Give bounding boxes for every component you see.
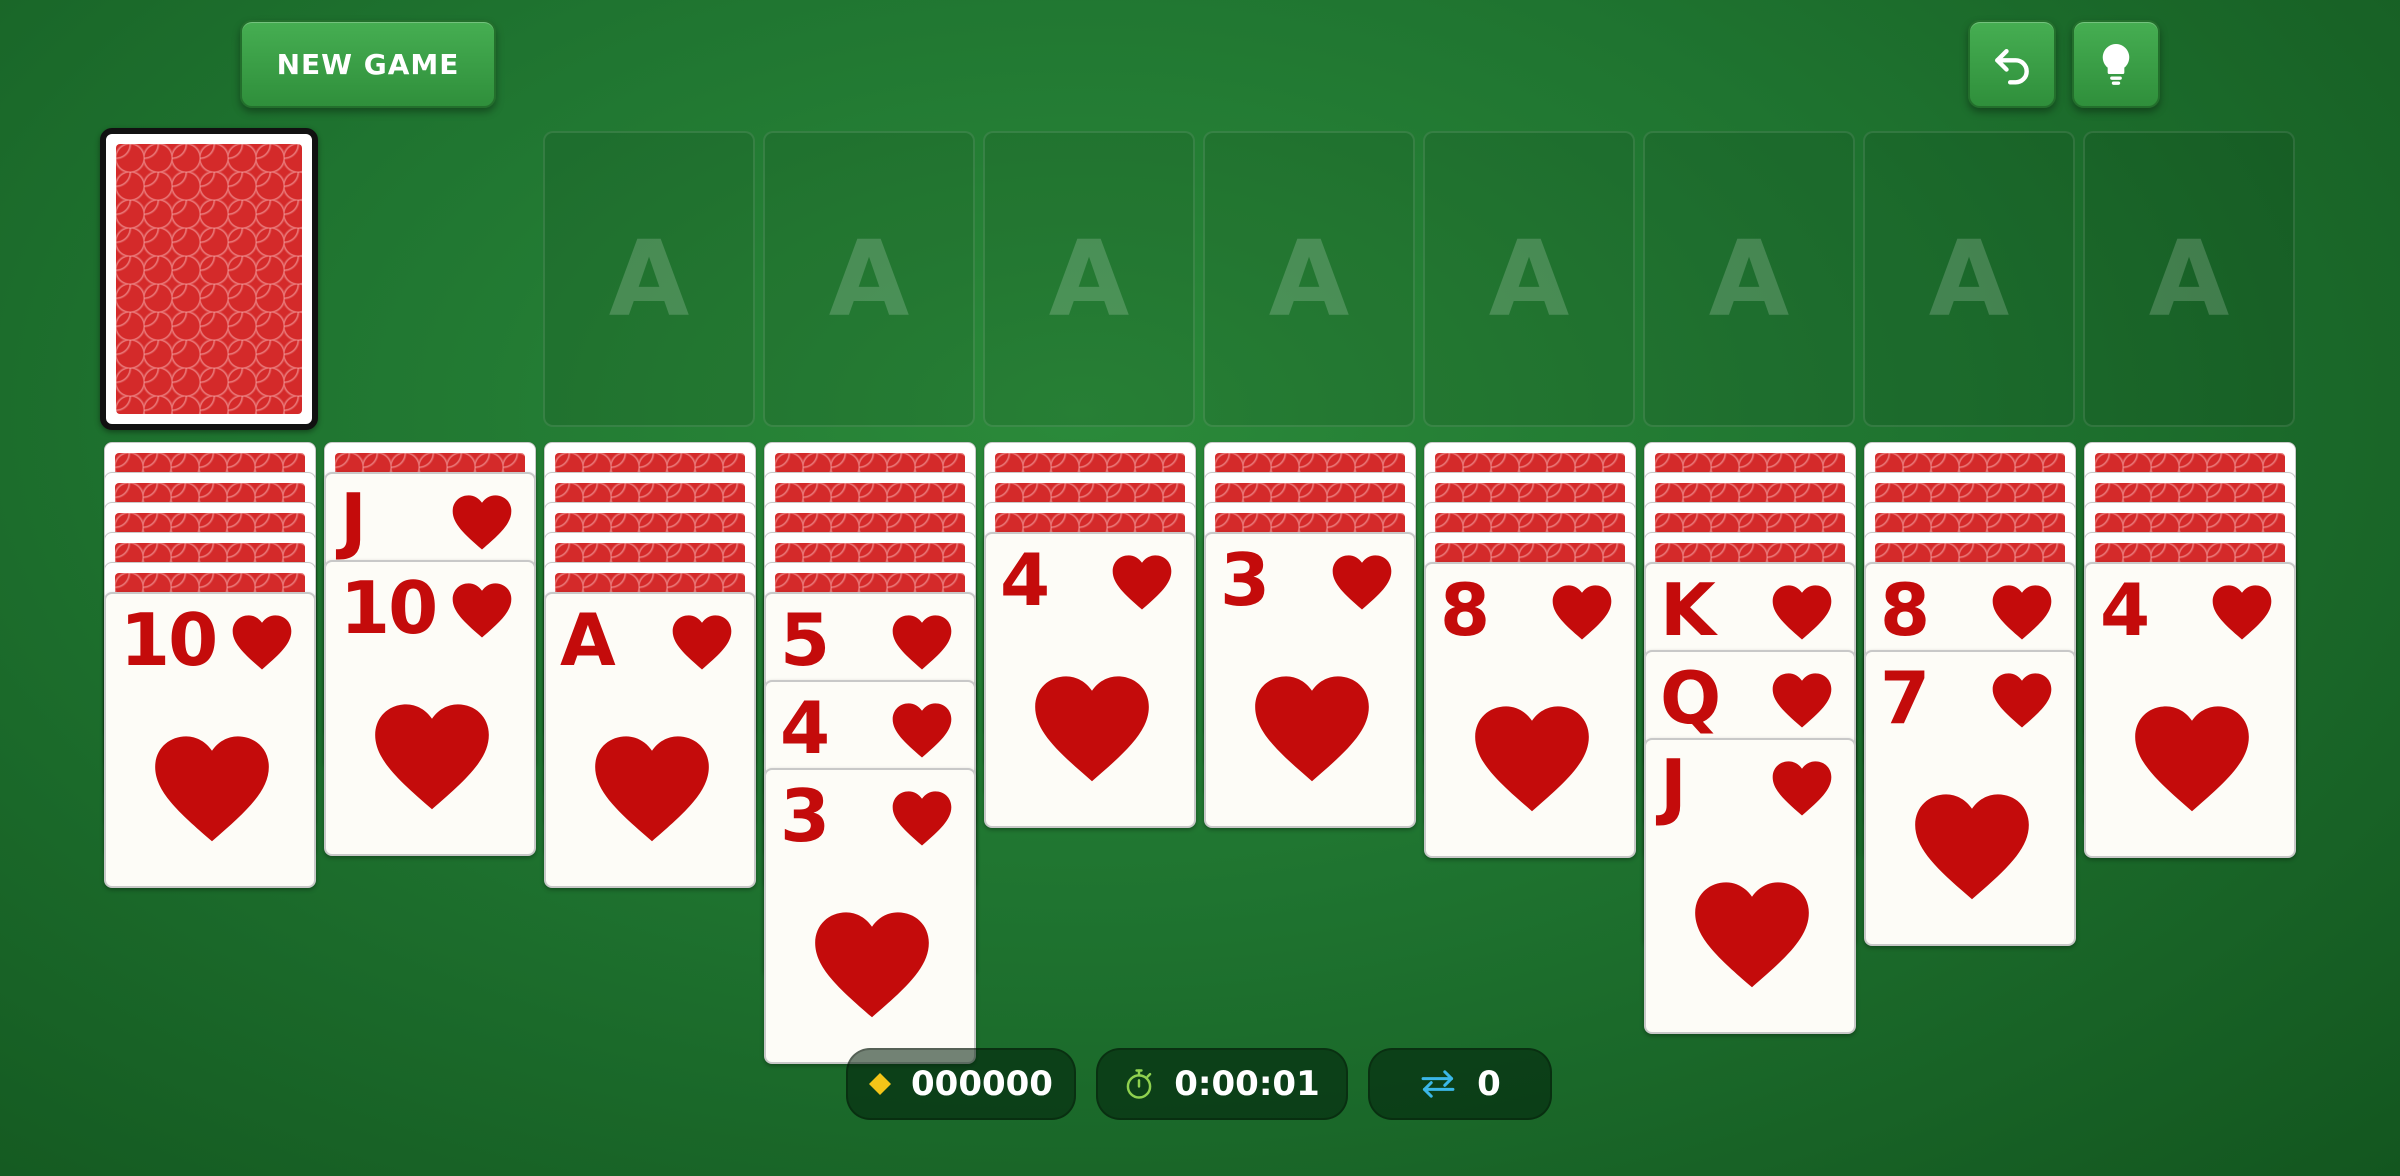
card-rank: 8: [1880, 568, 1930, 652]
card-rank: 10: [340, 566, 438, 650]
heart-suit-icon: [1255, 676, 1369, 782]
timer-value: 0:00:01: [1174, 1064, 1320, 1104]
foundation-slot[interactable]: A: [1203, 131, 1415, 427]
heart-suit-icon: [892, 615, 952, 670]
foundation-slot[interactable]: A: [1643, 131, 1855, 427]
heart-suit-icon: [1772, 761, 1832, 816]
card-rank: 8: [1440, 568, 1490, 652]
heart-suit-icon: [892, 703, 952, 758]
card-rank: 5: [780, 598, 830, 682]
heart-suit-icon: [1332, 555, 1392, 610]
foundation-placeholder-label: A: [608, 218, 690, 340]
moves-display: 0: [1368, 1048, 1552, 1120]
playing-card[interactable]: 7: [1864, 650, 2076, 946]
lightbulb-icon: [2102, 44, 2130, 85]
heart-suit-icon: [1992, 673, 2052, 728]
foundation-slot[interactable]: A: [1863, 131, 2075, 427]
heart-suit-icon: [892, 791, 952, 846]
card-rank: Q: [1660, 656, 1721, 740]
foundation-placeholder-label: A: [1048, 218, 1130, 340]
heart-suit-icon: [155, 736, 269, 842]
playing-card[interactable]: 3: [1204, 532, 1416, 828]
card-rank: 10: [120, 598, 218, 682]
foundation-placeholder-label: A: [1268, 218, 1350, 340]
playing-card[interactable]: A: [544, 592, 756, 888]
foundation-placeholder-label: A: [828, 218, 910, 340]
foundation-placeholder-label: A: [1928, 218, 2010, 340]
heart-suit-icon: [2212, 585, 2272, 640]
foundation-slot[interactable]: A: [983, 131, 1195, 427]
stopwatch-icon: [1126, 1069, 1152, 1099]
undo-button[interactable]: [1968, 20, 2056, 108]
heart-suit-icon: [232, 615, 292, 670]
card-rank: J: [340, 478, 367, 562]
card-rank: 4: [2100, 568, 2150, 652]
card-rank: 3: [780, 774, 830, 858]
foundation-placeholder-label: A: [1488, 218, 1570, 340]
heart-suit-icon: [2135, 706, 2249, 812]
heart-suit-icon: [1475, 706, 1589, 812]
playing-card[interactable]: 8: [1424, 562, 1636, 858]
card-rank: 4: [780, 686, 830, 770]
heart-suit-icon: [595, 736, 709, 842]
swap-arrows-icon: [1421, 1070, 1455, 1098]
playing-card[interactable]: 4: [2084, 562, 2296, 858]
heart-suit-icon: [1992, 585, 2052, 640]
playing-card[interactable]: J: [1644, 738, 1856, 1034]
heart-suit-icon: [1772, 585, 1832, 640]
card-rank: 3: [1220, 538, 1270, 622]
heart-suit-icon: [1112, 555, 1172, 610]
stock-pile[interactable]: [100, 128, 318, 430]
timer-display: 0:00:01: [1096, 1048, 1348, 1120]
heart-suit-icon: [1915, 794, 2029, 900]
heart-suit-icon: [1035, 676, 1149, 782]
playing-card[interactable]: 10: [104, 592, 316, 888]
foundation-slot[interactable]: A: [763, 131, 975, 427]
card-rank: 4: [1000, 538, 1050, 622]
heart-suit-icon: [375, 704, 489, 810]
foundation-slot[interactable]: A: [2083, 131, 2295, 427]
score-value: 000000: [911, 1064, 1053, 1104]
foundation-placeholder-label: A: [1708, 218, 1790, 340]
hint-button[interactable]: [2072, 20, 2160, 108]
playing-card[interactable]: 4: [984, 532, 1196, 828]
heart-suit-icon: [1695, 882, 1809, 988]
moves-value: 0: [1477, 1064, 1501, 1104]
card-rank: K: [1660, 568, 1716, 652]
card-rank: A: [560, 598, 616, 682]
new-game-button[interactable]: NEW GAME: [240, 20, 496, 108]
foundation-slot[interactable]: A: [1423, 131, 1635, 427]
card-rank: J: [1660, 744, 1687, 828]
foundation-slot[interactable]: A: [543, 131, 755, 427]
playing-card[interactable]: 10: [324, 560, 536, 856]
heart-suit-icon: [815, 912, 929, 1018]
heart-suit-icon: [1772, 673, 1832, 728]
diamond-icon: [869, 1073, 892, 1095]
foundation-placeholder-label: A: [2148, 218, 2230, 340]
heart-suit-icon: [452, 495, 512, 550]
heart-suit-icon: [452, 583, 512, 638]
heart-suit-icon: [1552, 585, 1612, 640]
score-display: 000000: [846, 1048, 1076, 1120]
playing-card[interactable]: 3: [764, 768, 976, 1064]
undo-icon: [1995, 48, 2029, 85]
card-rank: 7: [1880, 656, 1930, 740]
heart-suit-icon: [672, 615, 732, 670]
